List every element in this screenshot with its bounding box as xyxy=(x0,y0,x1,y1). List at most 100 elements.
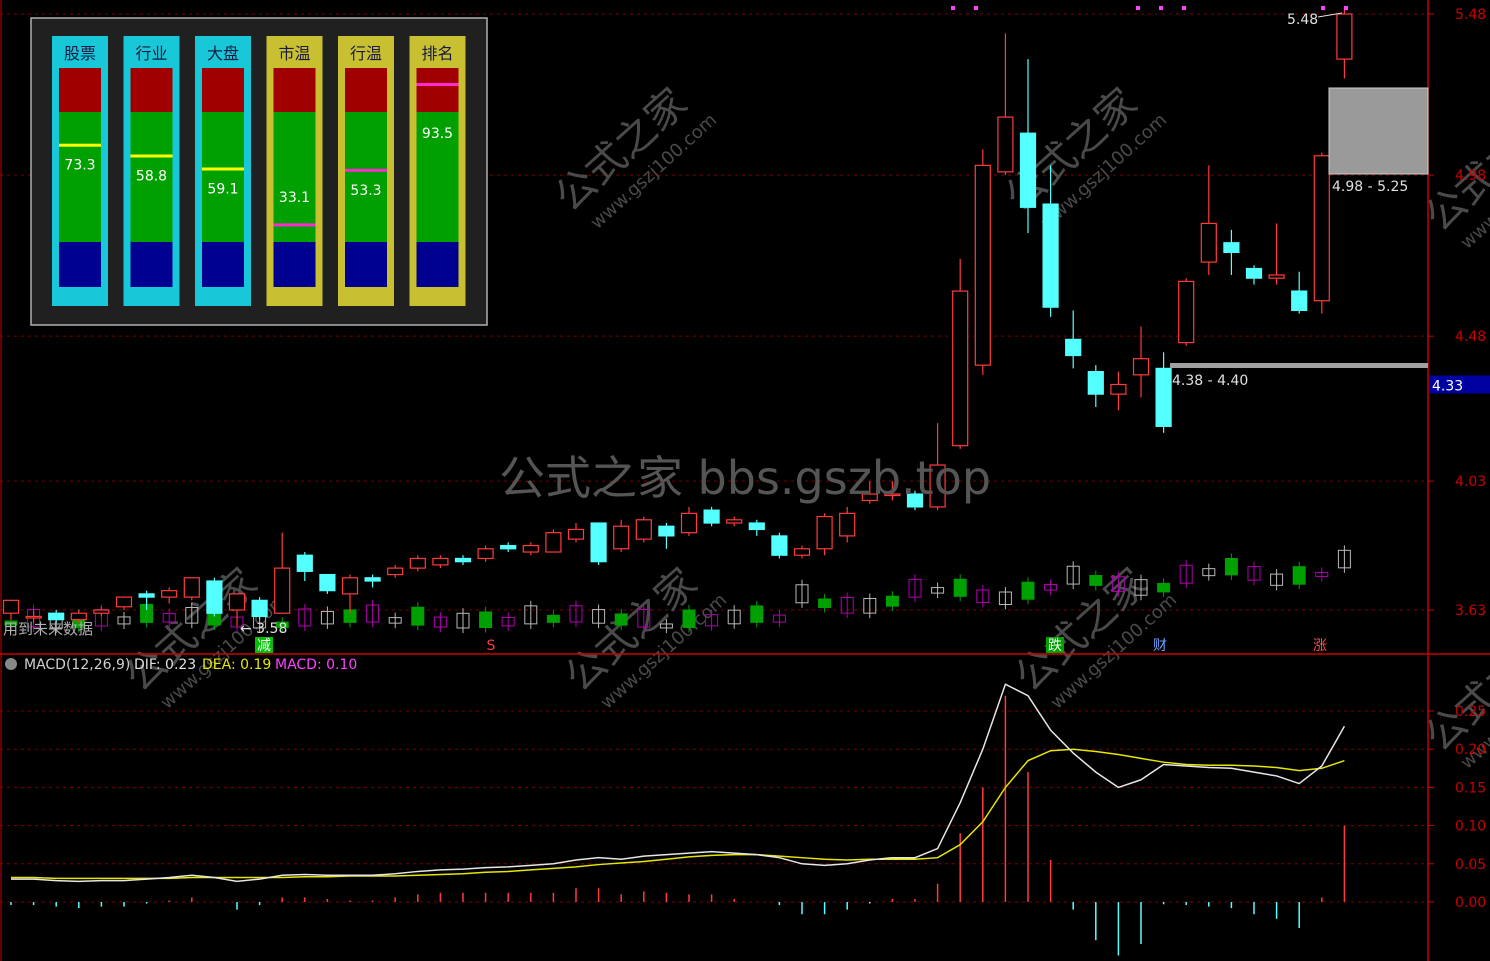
dif-readout: DIF: 0.23 xyxy=(134,657,196,673)
candle-down xyxy=(771,535,788,556)
candle-down xyxy=(703,509,720,524)
dea-readout: DEA: 0.19 xyxy=(202,657,271,673)
gauge-title: 行业 xyxy=(135,44,167,63)
overlay-body xyxy=(1224,557,1238,576)
macd-tick-label: 0.10 xyxy=(1455,819,1486,835)
candle-up xyxy=(93,609,110,614)
gauge-red-zone xyxy=(345,68,387,112)
price-tick-label: 3.63 xyxy=(1455,603,1486,619)
candle-up xyxy=(1336,13,1353,60)
candle-up xyxy=(1268,274,1285,279)
gauge-green-zone xyxy=(59,112,101,242)
candle-down xyxy=(364,577,381,582)
gauge-value: 58.8 xyxy=(136,169,167,185)
candle-up xyxy=(70,612,87,621)
candle-up xyxy=(545,532,562,553)
candle-up xyxy=(567,528,585,540)
lower-zone-label: 4.38 - 4.40 xyxy=(1172,373,1248,389)
macd-tick-label: 0.05 xyxy=(1455,857,1486,873)
candle-up xyxy=(183,577,200,598)
top-signal-dot xyxy=(951,6,955,10)
overlay-body xyxy=(953,578,967,597)
candle-up xyxy=(115,596,133,608)
gauge-value: 73.3 xyxy=(64,158,95,174)
gauge-green-zone xyxy=(345,112,387,242)
macd-collapse-icon xyxy=(5,658,17,670)
candle-down xyxy=(590,522,607,563)
signal-marker: 财 xyxy=(1153,638,1167,654)
candle-up xyxy=(635,519,652,540)
candle-up xyxy=(952,290,969,447)
high-price-label: 5.48 xyxy=(1287,12,1318,28)
upper-zone-box xyxy=(1328,87,1429,175)
candle-up xyxy=(477,548,494,560)
gauge-red-zone xyxy=(59,68,101,112)
candle-down xyxy=(319,573,336,592)
gauge-red-zone xyxy=(202,68,244,112)
candle-up xyxy=(839,512,856,537)
gauge-marker xyxy=(59,143,101,147)
candle-down xyxy=(454,557,472,563)
overlay-body xyxy=(1089,575,1103,586)
diagonal-watermark: 公式之家www.gszj100.com xyxy=(546,80,721,234)
overlay-body xyxy=(1157,582,1171,593)
macd-panel: 0.25 0.20 0.15 0.10 0.05 0.00 MACD(12,26,9) DIF… xyxy=(0,657,1486,956)
candle-up xyxy=(432,557,449,566)
gauge-navy-zone xyxy=(416,242,459,287)
top-signal-dot xyxy=(1321,6,1325,10)
candle-down xyxy=(1087,371,1104,395)
gauge-value: 93.5 xyxy=(422,126,453,142)
gauge-red-zone xyxy=(273,68,316,112)
gauge-red-zone xyxy=(416,68,459,112)
signal-marker: 跌 xyxy=(1048,638,1062,654)
candle-up xyxy=(341,577,359,595)
top-signal-dot xyxy=(974,6,978,10)
candle-up xyxy=(274,567,291,614)
gauge-title: 大盘 xyxy=(207,44,239,63)
future-data-note: 用到未来数据 xyxy=(3,620,93,638)
candle-up xyxy=(1132,358,1150,376)
macd-title: MACD(12,26,9) xyxy=(24,657,130,673)
gauge-marker xyxy=(345,168,387,172)
gauge-green-zone xyxy=(273,112,316,242)
gauge-navy-zone xyxy=(345,242,387,287)
candle-down xyxy=(251,599,268,618)
gauge-marker xyxy=(416,83,459,86)
top-signal-dot xyxy=(1344,6,1348,10)
macd-tick-label: 0.20 xyxy=(1455,742,1486,758)
overlay-body xyxy=(411,606,425,626)
candle-down xyxy=(500,544,517,550)
overlay-body xyxy=(1021,581,1035,600)
price-tick-label: 5.48 xyxy=(1455,7,1486,23)
candle-down xyxy=(1223,242,1240,254)
signal-marker: 减 xyxy=(257,638,271,654)
current-price-label: 4.33 xyxy=(1432,378,1463,394)
gauge-navy-zone xyxy=(273,242,316,287)
candle-up xyxy=(522,544,539,553)
overlay-body xyxy=(546,614,560,623)
gauge-value: 59.1 xyxy=(207,182,238,198)
gauge-title: 市温 xyxy=(278,44,310,63)
candle-down xyxy=(748,522,765,531)
gauge-navy-zone xyxy=(202,242,244,287)
gauge-value: 53.3 xyxy=(350,183,381,199)
candle-down xyxy=(138,593,155,598)
candle-down xyxy=(1042,203,1059,308)
signal-marker: S xyxy=(487,638,496,654)
candle-down xyxy=(296,554,313,572)
price-tick-label: 4.03 xyxy=(1455,474,1486,490)
overlay-body xyxy=(818,598,832,608)
top-signal-dot xyxy=(1182,6,1186,10)
candle-down xyxy=(1245,267,1263,279)
candle-up xyxy=(1178,280,1195,344)
upper-zone-label: 4.98 - 5.25 xyxy=(1332,179,1408,195)
gauge-navy-zone xyxy=(59,242,101,287)
overlay-body xyxy=(750,605,764,623)
macd-tick-label: 0.25 xyxy=(1455,704,1486,720)
candle-up xyxy=(1200,222,1217,263)
candle-up xyxy=(997,116,1014,173)
overlay-body xyxy=(614,613,628,626)
candle-up xyxy=(726,519,743,524)
candle-up xyxy=(974,164,991,366)
price-tick-label: 4.48 xyxy=(1455,329,1486,345)
